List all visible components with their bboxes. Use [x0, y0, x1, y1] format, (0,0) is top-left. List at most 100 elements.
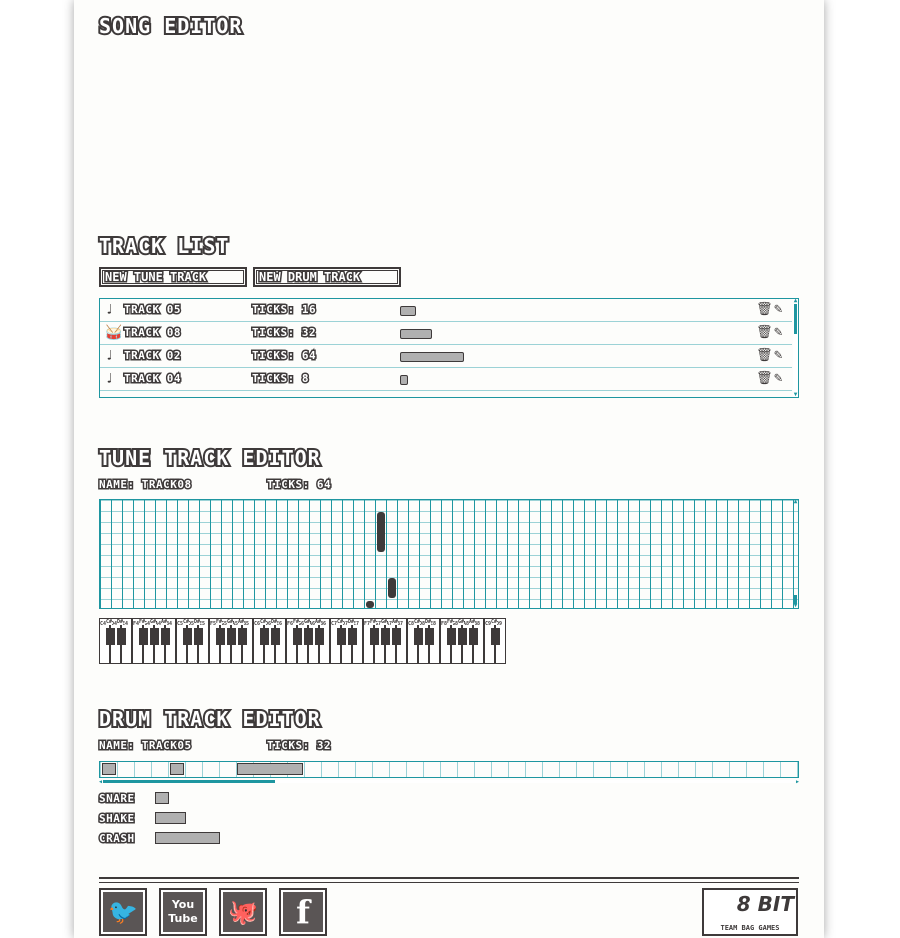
scroll-right-icon[interactable]: ▶	[796, 779, 799, 785]
track-row[interactable]: ♩ TRACK 02 TICKS: 64 🗑 ✎	[100, 345, 792, 368]
note-block[interactable]	[366, 601, 374, 608]
trash-icon[interactable]: 🗑	[756, 348, 773, 363]
scroll-down-icon[interactable]: ▼	[793, 603, 798, 609]
track-list-scrollbar[interactable]: ▲ ▼	[793, 299, 798, 397]
scroll-left-icon[interactable]: ◀	[99, 779, 102, 785]
scroll-up-icon[interactable]: ▲	[793, 299, 798, 304]
shake-swatch[interactable]	[155, 812, 186, 824]
piano-black-key[interactable]: G#	[458, 619, 467, 645]
piano-black-key[interactable]: D#	[194, 619, 203, 645]
scrollbar-thumb[interactable]	[794, 304, 797, 334]
page: SONG EDITOR TRACK LIST NEW TUNE TRACK NE…	[74, 0, 824, 938]
track-list-title: TRACK LIST	[97, 232, 230, 260]
pencil-icon[interactable]: ✎	[774, 301, 782, 317]
key-label: F#	[139, 619, 146, 625]
trash-icon[interactable]: 🗑	[756, 325, 773, 340]
piano-black-key[interactable]: G#	[304, 619, 313, 645]
piano-black-key[interactable]: F#	[447, 619, 456, 645]
logo-mark: 8 BIT	[736, 892, 794, 916]
key-label: G#	[458, 619, 465, 625]
pencil-icon[interactable]: ✎	[774, 347, 782, 363]
youtube-icon[interactable]: You Tube	[159, 888, 207, 936]
track-list[interactable]: ♩ TRACK 05 TICKS: 16 🗑 ✎ 🥁 TRACK 08 TICK…	[99, 298, 799, 398]
piano-black-key[interactable]: A#	[315, 619, 324, 645]
piano-black-key[interactable]: C#	[106, 619, 115, 645]
piano-black-key[interactable]: D#	[425, 619, 434, 645]
track-row[interactable]: ♩ TRACK 05 TICKS: 16 🗑 ✎	[100, 299, 792, 322]
key-label: F#	[447, 619, 454, 625]
piano-black-key[interactable]: A#	[161, 619, 170, 645]
github-icon[interactable]: 🐙	[219, 888, 267, 936]
tune-grid-scrollbar[interactable]: ▲ ▼	[793, 500, 798, 608]
snare-block[interactable]	[170, 763, 184, 775]
note-block[interactable]	[388, 578, 396, 598]
drum-track-ticks: TICKS: 32	[265, 738, 332, 754]
note-block[interactable]	[377, 512, 385, 552]
music-note-icon: ♩	[105, 302, 114, 318]
track-length-bar	[400, 329, 432, 339]
piano-black-key[interactable]: D#	[348, 619, 357, 645]
piano-black-key[interactable]: F#	[293, 619, 302, 645]
key-label: A#	[161, 619, 168, 625]
piano-black-key[interactable]: A#	[238, 619, 247, 645]
track-name: TRACK 05	[123, 302, 182, 318]
piano-black-key[interactable]: G#	[150, 619, 159, 645]
track-ticks: TICKS: 64	[250, 348, 317, 364]
pencil-icon[interactable]: ✎	[774, 370, 782, 386]
key-label: G#	[227, 619, 234, 625]
key-label: C#	[337, 619, 344, 625]
shake-label: SHAKE	[98, 811, 136, 827]
key-label: F#	[216, 619, 223, 625]
track-row[interactable]: 🥁 TRACK 08 TICKS: 32 🗑 ✎	[100, 322, 792, 345]
track-name: TRACK 08	[123, 325, 182, 341]
song-editor-title: SONG EDITOR	[97, 12, 243, 40]
crash-swatch[interactable]	[155, 832, 220, 844]
track-ticks: TICKS: 32	[250, 325, 317, 341]
piano-black-key[interactable]: C#	[337, 619, 346, 645]
piano-black-key[interactable]: C#	[260, 619, 269, 645]
key-label: C#	[183, 619, 190, 625]
key-label: D#	[348, 619, 355, 625]
piano-black-key[interactable]: A#	[392, 619, 401, 645]
snare-block[interactable]	[102, 763, 116, 775]
piano-black-key[interactable]: C#	[414, 619, 423, 645]
scroll-up-icon[interactable]: ▲	[793, 500, 798, 505]
piano-black-key[interactable]: F#	[216, 619, 225, 645]
pencil-icon[interactable]: ✎	[774, 324, 782, 340]
scroll-down-icon[interactable]: ▼	[793, 392, 798, 398]
team-logo[interactable]: 8 BIT TEAM BAG GAMES	[702, 888, 798, 936]
drum-step-grid[interactable]	[99, 761, 799, 778]
piano-black-key[interactable]: F#	[370, 619, 379, 645]
track-name: TRACK 04	[123, 371, 182, 387]
track-ticks: TICKS: 16	[250, 302, 317, 318]
key-label: A#	[392, 619, 399, 625]
facebook-icon[interactable]: f	[279, 888, 327, 936]
track-row[interactable]: ♩ TRACK 04 TICKS: 8 🗑 ✎	[100, 368, 792, 391]
key-label: A#	[238, 619, 245, 625]
key-label: D#	[117, 619, 124, 625]
new-drum-track-button[interactable]: NEW DRUM TRACK	[253, 267, 401, 287]
piano-black-key[interactable]: D#	[271, 619, 280, 645]
key-label: F#	[293, 619, 300, 625]
tune-note-grid[interactable]: ▲ ▼	[99, 499, 799, 609]
piano-black-key[interactable]: A#	[469, 619, 478, 645]
drum-track-name: NAME: TRACK05	[98, 738, 193, 754]
drum-grid-scrollbar[interactable]: ◀ ▶	[99, 779, 799, 785]
music-note-icon: ♩	[105, 371, 114, 387]
trash-icon[interactable]: 🗑	[756, 302, 773, 317]
snare-swatch[interactable]	[155, 792, 169, 804]
piano-black-key[interactable]: C#	[183, 619, 192, 645]
twitter-icon[interactable]: 🐦	[99, 888, 147, 936]
piano-black-key[interactable]: C#	[491, 619, 500, 645]
piano-black-key[interactable]: G#	[227, 619, 236, 645]
track-length-bar	[400, 352, 464, 362]
piano-black-key[interactable]: G#	[381, 619, 390, 645]
crash-block[interactable]	[237, 763, 303, 775]
key-label: G#	[304, 619, 311, 625]
piano-black-key[interactable]: D#	[117, 619, 126, 645]
piano-black-key[interactable]: F#	[139, 619, 148, 645]
trash-icon[interactable]: 🗑	[756, 371, 773, 386]
piano-keyboard[interactable]: C4 D4 E4 F4 G4 A4 B4 C5 D5 E5 F5 G5 A5 B5 C6 D6 E6 F6 G6 A6…	[99, 618, 793, 665]
new-tune-track-button[interactable]: NEW TUNE TRACK	[99, 267, 247, 287]
scrollbar-thumb[interactable]	[103, 780, 275, 783]
